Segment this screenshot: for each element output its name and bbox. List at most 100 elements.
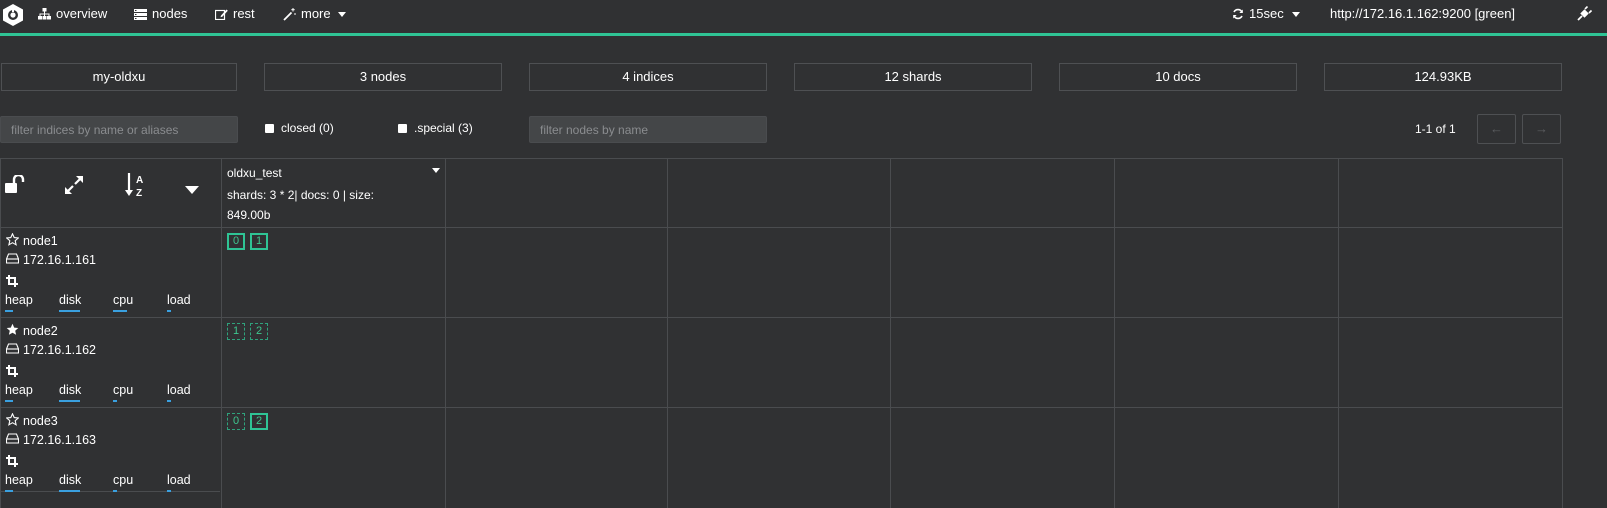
grid-line — [0, 407, 1563, 408]
nav-overview[interactable]: overview — [38, 6, 107, 22]
load-usage-bar — [167, 310, 171, 312]
shard-primary[interactable]: 2 — [250, 413, 268, 430]
disk-metric[interactable]: disk — [59, 473, 81, 487]
load-usage-bar — [167, 400, 171, 402]
node-name[interactable]: node1 — [5, 232, 58, 249]
nav-more[interactable]: more — [283, 6, 346, 22]
nodes-count-stat: 3 nodes — [264, 63, 502, 91]
navbar-accent-line — [0, 33, 1607, 36]
special-indices-checkbox[interactable]: .special (3) — [398, 121, 473, 135]
cpu-metric[interactable]: cpu — [113, 383, 133, 397]
heap-usage-bar — [5, 490, 13, 492]
star-filled-icon — [6, 323, 19, 339]
nav-nodes-label: nodes — [152, 6, 188, 21]
special-indices-label: .special (3) — [414, 121, 473, 135]
grid-line — [0, 158, 1563, 159]
disk-usage-bar — [59, 310, 80, 312]
grid-line — [445, 158, 446, 508]
disk-metric[interactable]: disk — [59, 293, 81, 307]
filter-indices-input[interactable] — [0, 116, 238, 143]
cpu-metric[interactable]: cpu — [113, 473, 133, 487]
shard-replica[interactable]: 0 — [227, 413, 245, 430]
server-icon — [134, 8, 147, 20]
cpu-usage-bar — [113, 490, 117, 492]
nav-more-label: more — [301, 6, 331, 21]
edit-icon — [215, 8, 228, 20]
star-outline-icon — [5, 412, 20, 429]
caret-down-icon[interactable] — [185, 182, 199, 197]
svg-text:Z: Z — [136, 188, 142, 198]
refresh-interval-label: 15sec — [1249, 6, 1284, 21]
caret-down-icon — [1291, 11, 1300, 17]
svg-text:A: A — [136, 175, 143, 186]
crop-icon[interactable] — [6, 275, 18, 290]
sitemap-icon — [38, 8, 51, 20]
hdd-icon — [5, 433, 20, 447]
node-ip-label: 172.16.1.163 — [23, 433, 96, 447]
disk-metric[interactable]: disk — [59, 383, 81, 397]
shard-primary[interactable]: 1 — [250, 233, 268, 250]
star-outline-icon — [5, 232, 20, 249]
heap-metric[interactable]: heap — [5, 293, 33, 307]
node-ip: 172.16.1.163 — [5, 433, 96, 447]
grid-line — [221, 158, 222, 508]
refresh-icon — [1232, 8, 1244, 20]
shards-count-stat: 12 shards — [794, 63, 1032, 91]
disconnect-plug-icon[interactable] — [1577, 5, 1592, 21]
sort-alpha-icon[interactable]: AZ — [125, 172, 147, 201]
docs-count-stat: 10 docs — [1059, 63, 1297, 91]
heap-metric[interactable]: heap — [5, 473, 33, 487]
node-ip-label: 172.16.1.162 — [23, 343, 96, 357]
node-name[interactable]: node2 — [6, 323, 58, 339]
grid-line — [0, 158, 1, 508]
nav-rest[interactable]: rest — [215, 6, 255, 22]
node-name-label: node1 — [23, 234, 58, 248]
heap-usage-bar — [5, 400, 13, 402]
shard-primary[interactable]: 0 — [227, 233, 245, 250]
closed-indices-checkbox[interactable]: closed (0) — [265, 121, 334, 135]
load-metric[interactable]: load — [167, 383, 191, 397]
grid-line — [1114, 158, 1115, 508]
index-menu-caret-icon[interactable] — [432, 168, 440, 173]
next-page-button[interactable]: → — [1522, 114, 1561, 144]
closed-indices-label: closed (0) — [281, 121, 334, 135]
grid-line — [1338, 158, 1339, 508]
checkbox-box[interactable] — [265, 123, 274, 133]
shard-replica[interactable]: 1 — [227, 323, 245, 340]
hdd-icon — [5, 253, 20, 267]
index-info: shards: 3 * 2| docs: 0 | size: 849.00b — [227, 188, 374, 222]
cpu-metric[interactable]: cpu — [113, 293, 133, 307]
node-ip: 172.16.1.161 — [5, 253, 96, 267]
cpu-usage-bar — [113, 310, 127, 312]
load-usage-bar — [167, 490, 171, 492]
nav-nodes[interactable]: nodes — [134, 6, 187, 22]
refresh-interval-dropdown[interactable]: 15sec — [1232, 6, 1300, 22]
size-stat: 124.93KB — [1324, 63, 1562, 91]
caret-down-icon — [337, 11, 346, 17]
nav-overview-label: overview — [56, 6, 108, 21]
grid-line — [667, 158, 668, 508]
node-ip: 172.16.1.162 — [5, 343, 96, 357]
checkbox-box[interactable] — [398, 123, 407, 133]
prev-page-button[interactable]: ← — [1477, 114, 1516, 144]
grid-line — [0, 491, 220, 492]
disk-usage-bar — [59, 400, 80, 402]
shard-replica[interactable]: 2 — [250, 323, 268, 340]
heap-metric[interactable]: heap — [5, 383, 33, 397]
cerebro-logo-icon[interactable] — [2, 3, 24, 27]
grid-line — [1562, 158, 1563, 508]
crop-icon[interactable] — [6, 455, 18, 470]
grid-line — [0, 227, 1563, 228]
nav-rest-label: rest — [233, 6, 255, 21]
load-metric[interactable]: load — [167, 473, 191, 487]
node-name[interactable]: node3 — [5, 412, 58, 429]
unlock-icon[interactable] — [5, 173, 27, 196]
index-name[interactable]: oldxu_test — [227, 166, 282, 180]
cluster-url[interactable]: http://172.16.1.162:9200 [green] — [1330, 6, 1515, 22]
filter-nodes-input[interactable] — [529, 116, 767, 143]
expand-icon[interactable] — [64, 175, 84, 198]
crop-icon[interactable] — [6, 365, 18, 380]
grid-line — [0, 317, 1563, 318]
load-metric[interactable]: load — [167, 293, 191, 307]
pagination-text: 1-1 of 1 — [1415, 122, 1456, 136]
